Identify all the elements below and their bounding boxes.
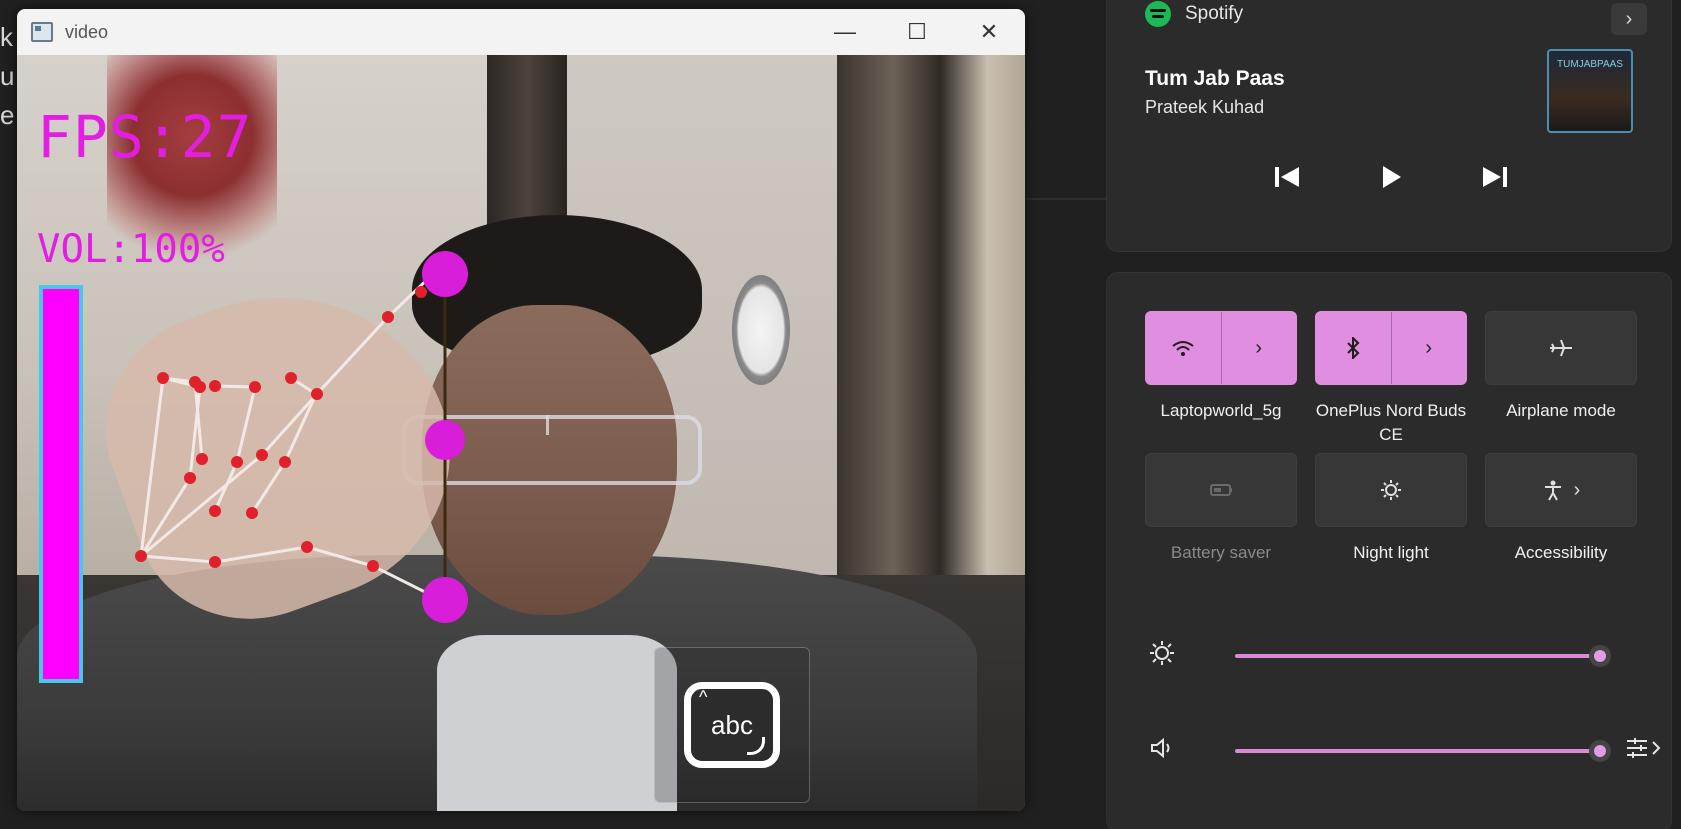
play-icon: [1383, 166, 1401, 188]
camera-feed: FPS:27 VOL:100% ^ abc: [17, 55, 1025, 811]
touch-keyboard-label: abc: [711, 709, 753, 740]
brightness-slider-row: [1145, 641, 1645, 671]
chevron-right-icon: ›: [1425, 336, 1433, 359]
album-art: TUMJABPAAS: [1547, 49, 1633, 133]
track-artist: Prateek Kuhad: [1145, 97, 1265, 117]
background-letter: u: [0, 61, 15, 91]
airplane-mode-label: Airplane mode: [1506, 401, 1616, 420]
night-light-tile[interactable]: [1315, 453, 1467, 527]
night-light-label: Night light: [1353, 543, 1429, 562]
previous-track-button[interactable]: [1267, 157, 1307, 197]
background-letter: e: [0, 100, 15, 130]
accessibility-tile[interactable]: ›: [1485, 453, 1637, 527]
airplane-mode-tile[interactable]: [1485, 311, 1637, 385]
next-track-button[interactable]: [1475, 157, 1515, 197]
title-bar[interactable]: video — ☐ ✕: [17, 9, 1025, 55]
brightness-slider-thumb[interactable]: [1589, 645, 1611, 667]
touch-keyboard-button[interactable]: ^ abc: [654, 647, 810, 803]
background-letter: k: [0, 22, 13, 52]
battery-icon: [1210, 484, 1232, 496]
tile-bluetooth: › OnePlus Nord Buds CE: [1315, 311, 1467, 453]
app-icon: [31, 22, 53, 42]
tile-night-light: Night light: [1315, 453, 1467, 595]
hand-landmarks: [135, 286, 427, 572]
touch-keyboard-icon: ^ abc: [684, 682, 780, 768]
track-title: Tum Jab Paas: [1145, 67, 1285, 90]
wifi-label: Laptopworld_5g: [1160, 401, 1282, 420]
chevron-right-icon[interactable]: ›: [1611, 3, 1647, 35]
volume-readout: VOL:100%: [37, 227, 225, 272]
caret-icon: ^: [699, 687, 708, 707]
bluetooth-label: OnePlus Nord Buds CE: [1315, 401, 1467, 444]
wifi-tile[interactable]: ›: [1145, 311, 1297, 385]
brightness-slider[interactable]: [1235, 645, 1611, 667]
chevron-right-icon: ›: [1573, 478, 1581, 501]
bluetooth-expand-button[interactable]: ›: [1392, 312, 1467, 384]
minimize-button[interactable]: —: [809, 9, 881, 55]
volume-bar-fill: [43, 289, 79, 679]
media-card: Spotify › Tum Jab Paas Prateek Kuhad TUM…: [1106, 0, 1672, 252]
background-text: k u e: [0, 18, 14, 135]
quick-settings-panel: › Laptopworld_5g › OnePlus Nord Buds CE …: [1106, 272, 1672, 829]
quick-settings-tiles: › Laptopworld_5g › OnePlus Nord Buds CE …: [1145, 311, 1637, 595]
play-button[interactable]: [1371, 157, 1411, 197]
accessibility-label: Accessibility: [1514, 543, 1608, 562]
battery-saver-tile[interactable]: [1145, 453, 1297, 527]
tile-accessibility: › Accessibility: [1485, 453, 1637, 595]
hand-skeleton: [139, 272, 442, 602]
tile-battery: Battery saver: [1145, 453, 1297, 595]
bluetooth-icon: [1347, 337, 1360, 359]
volume-bar: [39, 285, 83, 683]
volume-slider[interactable]: [1235, 740, 1611, 762]
bluetooth-tile[interactable]: ›: [1315, 311, 1467, 385]
volume-slider-thumb[interactable]: [1589, 740, 1611, 762]
media-app-name: Spotify: [1185, 3, 1244, 24]
previous-icon: [1275, 167, 1299, 187]
next-icon: [1483, 167, 1507, 187]
swirl-icon: [747, 737, 765, 755]
tile-wifi: › Laptopworld_5g: [1145, 311, 1297, 453]
battery-saver-label: Battery saver: [1170, 543, 1272, 562]
desktop: k u e video — ☐ ✕ FPS:27 VOL:100% ^ abc …: [0, 0, 1681, 829]
video-window[interactable]: video — ☐ ✕ FPS:27 VOL:100% ^ abc: [17, 9, 1025, 811]
wifi-toggle[interactable]: [1146, 312, 1222, 384]
speaker-icon[interactable]: [1145, 737, 1179, 765]
audio-output-icon: [1627, 738, 1661, 758]
maximize-button[interactable]: ☐: [881, 9, 953, 55]
brightness-icon: [1145, 640, 1179, 672]
audio-output-button[interactable]: [1625, 736, 1663, 766]
volume-slider-row: [1145, 736, 1661, 766]
media-app-header[interactable]: Spotify: [1145, 1, 1243, 27]
wifi-icon: [1172, 341, 1194, 356]
night-light-icon: [1381, 480, 1401, 500]
window-title: video: [65, 21, 109, 42]
fps-readout: FPS:27: [37, 103, 253, 171]
media-controls: [1267, 157, 1515, 197]
bluetooth-toggle[interactable]: [1316, 312, 1392, 384]
album-art-text: TUMJABPAAS: [1557, 59, 1623, 70]
tile-airplane: Airplane mode: [1485, 311, 1637, 453]
wifi-expand-button[interactable]: ›: [1222, 312, 1297, 384]
close-button[interactable]: ✕: [953, 9, 1025, 55]
accessibility-icon: [1544, 480, 1561, 501]
chevron-right-icon: ›: [1255, 336, 1263, 359]
spotify-icon: [1145, 1, 1171, 27]
airplane-icon: [1550, 339, 1572, 357]
